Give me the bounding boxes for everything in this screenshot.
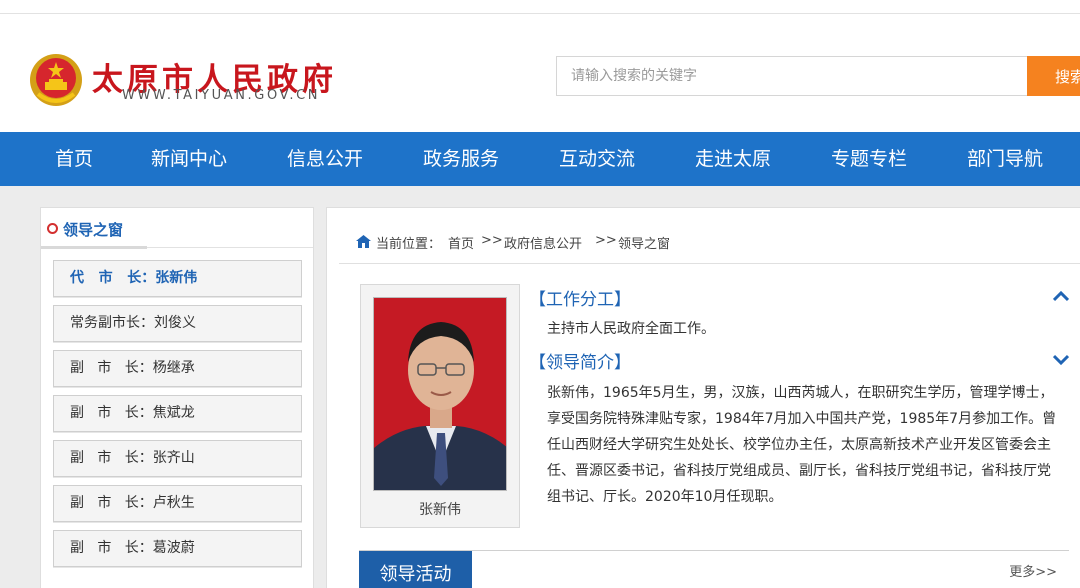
tab-leader-activities[interactable]: 领导活动 xyxy=(359,551,472,588)
nav-item-about-taiyuan[interactable]: 走进太原 xyxy=(695,132,771,186)
search-button[interactable]: 搜索 xyxy=(1027,56,1080,96)
leader-photo-card: 张新伟 xyxy=(360,284,520,528)
sidebar-item-executive-vice-mayor[interactable]: 常务副市长：刘俊义 xyxy=(53,305,302,342)
national-emblem-icon[interactable] xyxy=(28,52,84,108)
site-url: WWW.TAIYUAN.GOV.CN xyxy=(122,88,321,103)
sidebar-title: 领导之窗 xyxy=(63,221,124,239)
breadcrumb-gov-info[interactable]: 政府信息公开 xyxy=(504,233,582,252)
breadcrumb-home[interactable]: 首页 xyxy=(448,233,474,252)
bio-text: 张新伟，1965年5月生，男，汉族，山西芮城人，在职研究生学历，管理学博士，享受… xyxy=(547,385,1057,505)
chevron-down-icon[interactable] xyxy=(1053,354,1069,366)
home-icon xyxy=(356,235,371,248)
activity-tab-bar: 领导活动 更多>> xyxy=(359,550,1069,588)
sidebar-title-underline xyxy=(41,246,147,249)
more-link[interactable]: 更多>> xyxy=(1009,561,1057,580)
site-header: 太原市人民政府 WWW.TAIYUAN.GOV.CN 搜索 xyxy=(0,14,1080,132)
search-input[interactable] xyxy=(556,56,1028,96)
leader-portrait xyxy=(373,297,507,491)
sidebar-item-vice-mayor[interactable]: 副 市 长：杨继承 xyxy=(53,350,302,387)
portrait-image xyxy=(374,298,506,490)
main-nav: 首页 新闻中心 信息公开 政务服务 互动交流 走进太原 专题专栏 部门导航 xyxy=(0,132,1080,186)
nav-item-special-topics[interactable]: 专题专栏 xyxy=(831,132,907,186)
circle-bullet-icon xyxy=(47,223,58,234)
nav-item-info-disclosure[interactable]: 信息公开 xyxy=(287,132,363,186)
sidebar-item-vice-mayor[interactable]: 副 市 长：张齐山 xyxy=(53,440,302,477)
breadcrumb-leaders[interactable]: 领导之窗 xyxy=(618,233,670,252)
breadcrumb-separator: >> xyxy=(595,233,617,248)
main-content: 当前位置： 首页 >> 政府信息公开 >> 领导之窗 张新伟 【工作分工】 主持… xyxy=(326,207,1080,588)
sidebar-item-vice-mayor[interactable]: 副 市 长：卢秋生 xyxy=(53,485,302,522)
nav-item-gov-services[interactable]: 政务服务 xyxy=(423,132,499,186)
nav-item-home[interactable]: 首页 xyxy=(55,132,93,186)
breadcrumb-separator: >> xyxy=(481,233,503,248)
sidebar-item-vice-mayor[interactable]: 副 市 长：葛波蔚 xyxy=(53,530,302,567)
sidebar-item-mayor[interactable]: 代 市 长：张新伟 xyxy=(53,260,302,297)
breadcrumb-prefix: 当前位置： xyxy=(376,237,442,252)
nav-item-departments[interactable]: 部门导航 xyxy=(967,132,1043,186)
duties-section-title[interactable]: 【工作分工】 xyxy=(529,285,631,310)
leaders-sidebar: 领导之窗 代 市 长：张新伟 常务副市长：刘俊义 副 市 长：杨继承 副 市 长… xyxy=(40,207,314,588)
bio-section-title[interactable]: 【领导简介】 xyxy=(529,348,631,373)
nav-item-news[interactable]: 新闻中心 xyxy=(151,132,227,186)
nav-item-interaction[interactable]: 互动交流 xyxy=(559,132,635,186)
breadcrumb: 当前位置： 首页 >> 政府信息公开 >> 领导之窗 xyxy=(339,220,1080,264)
chevron-up-icon[interactable] xyxy=(1053,290,1069,302)
top-utility-bar xyxy=(0,0,1080,14)
duties-text: 主持市人民政府全面工作。 xyxy=(547,321,715,337)
leader-name-caption: 张新伟 xyxy=(419,502,461,518)
sidebar-header: 领导之窗 xyxy=(41,208,313,249)
sidebar-item-vice-mayor[interactable]: 副 市 长：焦斌龙 xyxy=(53,395,302,432)
